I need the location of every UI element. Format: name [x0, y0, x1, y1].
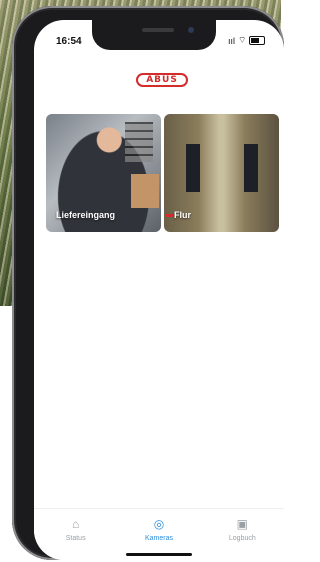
phone-frame: 16:54 ııl ⌔ ABUS Liefereingang Flur ⌂ St… — [12, 6, 284, 560]
tab-status[interactable]: ⌂ Status — [34, 509, 117, 560]
tab-logbuch[interactable]: ▣ Logbuch — [201, 509, 284, 560]
tab-label: Kameras — [144, 535, 173, 542]
camera-label: Flur — [174, 210, 191, 220]
abus-logo: ABUS — [136, 73, 188, 87]
notch — [92, 20, 216, 50]
camera-icon: ◎ — [153, 517, 165, 531]
battery-icon — [249, 36, 266, 45]
camera-tile-liefereingang[interactable]: Liefereingang — [46, 114, 161, 232]
door-graphic — [244, 144, 258, 192]
calendar-icon: ▣ — [236, 517, 248, 531]
door-graphic — [186, 144, 200, 192]
recording-indicator — [166, 214, 174, 217]
package-graphic — [131, 174, 159, 208]
logo-text: ABUS — [146, 75, 178, 85]
front-camera — [188, 27, 194, 33]
camera-tile-flur[interactable]: Flur — [164, 114, 279, 232]
signal-icon: ııl — [228, 35, 236, 46]
camera-label: Liefereingang — [56, 210, 116, 220]
camera-list: Liefereingang Flur — [46, 114, 280, 232]
tab-label: Logbuch — [228, 535, 256, 542]
speaker-grille — [142, 28, 174, 32]
app-screen: 16:54 ııl ⌔ ABUS Liefereingang Flur ⌂ St… — [34, 20, 284, 560]
stairs-graphic — [125, 122, 153, 162]
status-time: 16:54 — [56, 36, 82, 47]
tab-label: Status — [65, 535, 86, 542]
status-icons: ııl ⌔ — [228, 35, 266, 46]
home-icon: ⌂ — [72, 517, 80, 531]
wifi-icon: ⌔ — [238, 35, 247, 45]
home-indicator[interactable] — [126, 553, 192, 556]
